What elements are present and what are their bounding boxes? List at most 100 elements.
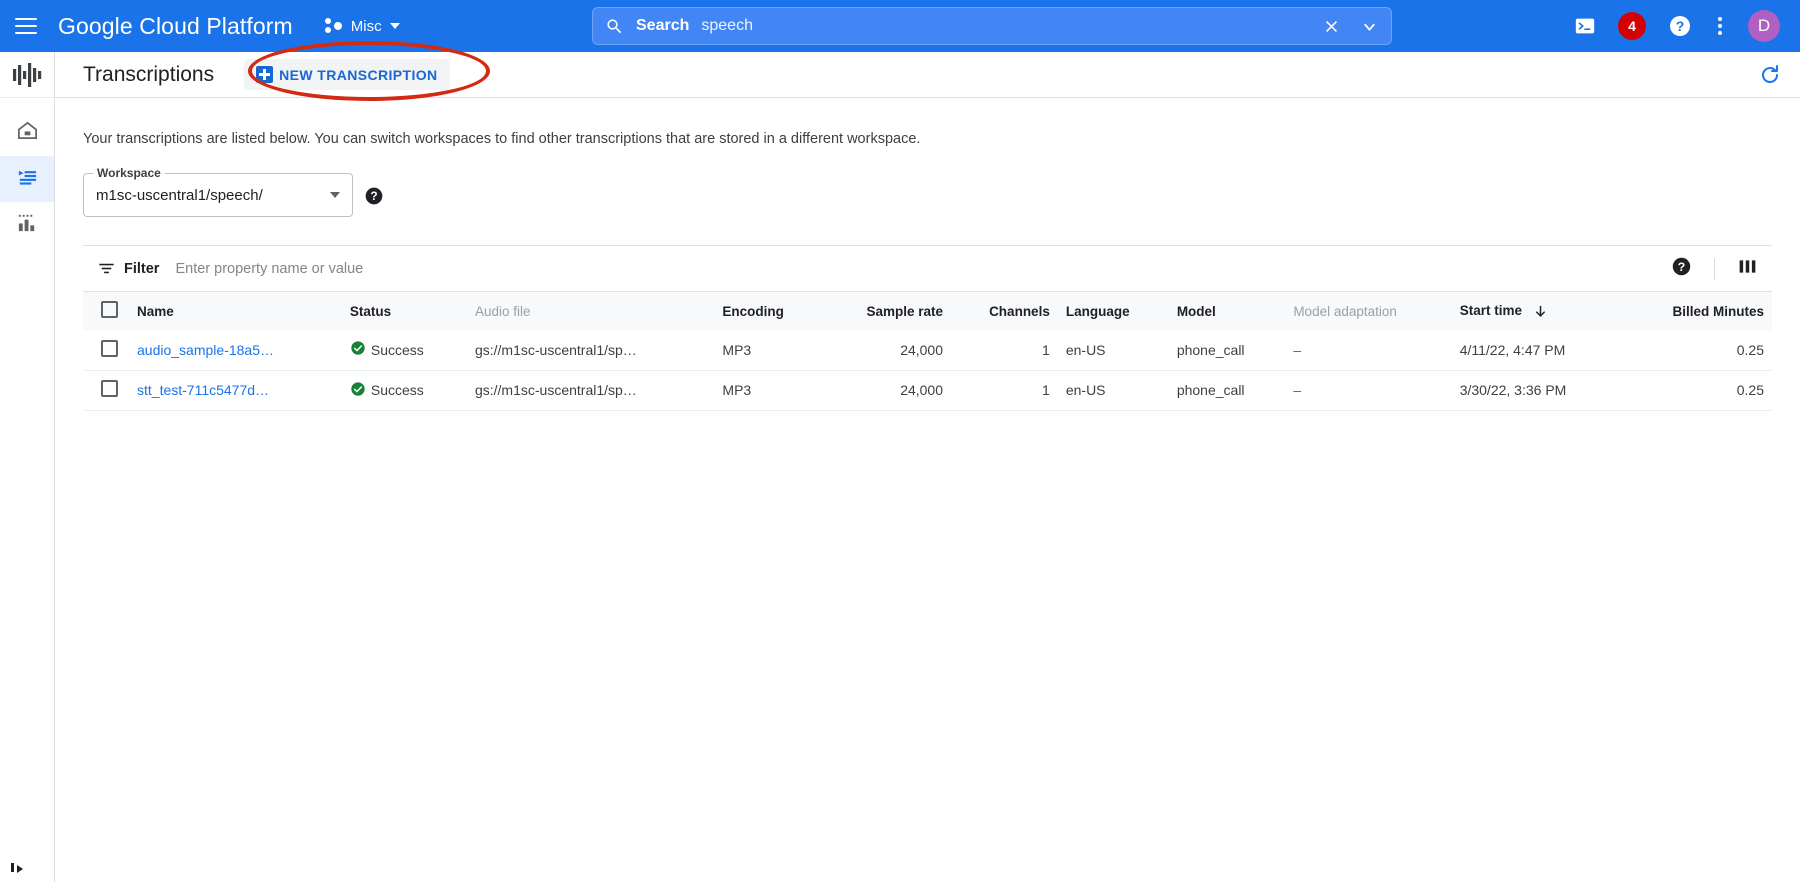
cell-sample-rate: 24,000 <box>900 382 944 398</box>
workspace-help-icon[interactable]: ? <box>364 186 384 206</box>
new-transcription-button[interactable]: NEW TRANSCRIPTION <box>244 59 450 90</box>
workspace-value: m1sc-uscentral1/speech/ <box>96 186 263 204</box>
cell-encoding: MP3 <box>722 341 752 358</box>
filter-input[interactable]: Enter property name or value <box>175 261 363 277</box>
select-all-checkbox-icon[interactable] <box>101 301 118 318</box>
status-label: Success <box>370 341 424 358</box>
search-input[interactable]: speech <box>701 17 753 35</box>
cell-model: phone_call <box>1176 382 1245 398</box>
cell-encoding: MP3 <box>722 382 752 398</box>
search-clear-icon[interactable] <box>1323 18 1340 35</box>
divider <box>1714 257 1715 280</box>
svg-text:?: ? <box>1676 18 1685 34</box>
table-help-icon[interactable]: ? <box>1671 256 1692 282</box>
column-header-start-time[interactable]: Start time <box>1452 292 1623 330</box>
kebab-menu-icon[interactable] <box>1714 13 1726 39</box>
column-header-language[interactable]: Language <box>1058 292 1169 330</box>
avatar[interactable]: D <box>1748 10 1780 42</box>
list-icon <box>16 165 39 193</box>
rail-footer-icon[interactable] <box>10 861 28 880</box>
help-icon[interactable]: ? <box>1668 14 1692 38</box>
cell-model-adaptation: – <box>1293 382 1302 398</box>
top-bar-actions: 4 ? D <box>1574 0 1790 52</box>
chevron-down-icon <box>330 192 340 198</box>
check-circle-icon <box>350 381 366 400</box>
column-header-sample-rate[interactable]: Sample rate <box>822 292 951 330</box>
workspace-selector[interactable]: Workspace m1sc-uscentral1/speech/ ? <box>83 166 383 217</box>
page-header: Transcriptions NEW TRANSCRIPTION <box>55 52 1800 98</box>
search-expand-chevron-down-icon[interactable] <box>1360 17 1379 36</box>
cell-name[interactable]: stt_test-711c5477d… <box>129 370 342 410</box>
row-checkbox-cell <box>83 370 129 410</box>
page-title: Transcriptions <box>83 62 215 86</box>
cell-billed-minutes: 0.25 <box>1736 382 1764 398</box>
transcription-name-link[interactable]: audio_sample-18a5… <box>137 342 274 358</box>
left-rail <box>0 52 55 882</box>
column-header-encoding[interactable]: Encoding <box>714 292 822 330</box>
column-header-billed-minutes[interactable]: Billed Minutes <box>1622 292 1772 330</box>
column-header-status[interactable]: Status <box>342 292 467 330</box>
sort-arrow-down-icon <box>1533 304 1548 319</box>
cell-start-time: 3/30/22, 3:36 PM <box>1459 382 1567 398</box>
bar-chart-icon <box>16 211 39 239</box>
column-header-name[interactable]: Name <box>129 292 342 330</box>
column-header-channels[interactable]: Channels <box>951 292 1058 330</box>
filter-label: Filter <box>124 260 160 277</box>
sidebar-item-transcriptions[interactable] <box>0 156 54 202</box>
select-all-checkbox-cell <box>83 292 129 330</box>
home-icon <box>16 119 39 147</box>
cell-channels: 1 <box>1042 382 1050 398</box>
sidebar-item-analytics[interactable] <box>0 202 54 248</box>
cell-sample-rate: 24,000 <box>900 341 944 358</box>
cell-language: en-US <box>1065 341 1106 358</box>
cell-name[interactable]: audio_sample-18a5… <box>129 330 342 370</box>
column-header-model[interactable]: Model <box>1169 292 1286 330</box>
check-circle-icon <box>350 340 366 359</box>
cell-start-time: 4/11/22, 4:47 PM <box>1459 341 1566 358</box>
workspace-label: Workspace <box>93 166 165 180</box>
cell-model: phone_call <box>1176 341 1245 358</box>
cell-model-adaptation: – <box>1293 341 1302 358</box>
cell-channels: 1 <box>1042 341 1050 358</box>
filter-icon[interactable] <box>97 259 116 278</box>
table-body: audio_sample-18a5… Success gs://m1sc-usc… <box>83 330 1772 410</box>
project-name: Misc <box>350 17 382 35</box>
svg-text:?: ? <box>370 190 377 203</box>
cell-billed-minutes: 0.25 <box>1736 341 1764 358</box>
cell-language: en-US <box>1065 382 1106 398</box>
brand-title[interactable]: Google Cloud Platform <box>58 13 293 40</box>
transcriptions-table: Name Status Audio file Encoding Sample r… <box>83 292 1772 411</box>
notification-badge[interactable]: 4 <box>1618 12 1646 40</box>
table-header-row: Name Status Audio file Encoding Sample r… <box>83 292 1772 330</box>
row-checkbox-icon[interactable] <box>101 339 118 357</box>
top-app-bar: Google Cloud Platform Misc Search speech <box>0 0 1800 52</box>
refresh-icon[interactable] <box>1758 63 1782 87</box>
cloud-shell-terminal-icon[interactable] <box>1574 15 1596 37</box>
speech-waveform-icon <box>0 52 54 98</box>
cell-audio-file: gs://m1sc-uscentral1/sp… <box>474 341 637 358</box>
hamburger-icon[interactable] <box>0 0 52 52</box>
row-checkbox-cell <box>83 330 129 370</box>
table-row[interactable]: stt_test-711c5477d… Success gs://m1sc-us… <box>83 370 1772 410</box>
sidebar-item-home[interactable] <box>0 110 54 156</box>
status-label: Success <box>370 382 424 398</box>
project-selector[interactable]: Misc <box>319 14 406 39</box>
project-icon <box>324 18 343 34</box>
search-bar[interactable]: Search speech <box>592 7 1392 45</box>
plus-box-icon <box>256 66 274 83</box>
row-checkbox-icon[interactable] <box>101 380 118 397</box>
page-description: Your transcriptions are listed below. Yo… <box>83 131 921 147</box>
transcription-name-link[interactable]: stt_test-711c5477d… <box>137 382 269 398</box>
column-header-start-time-label: Start time <box>1459 303 1522 319</box>
cell-status: Success <box>342 330 467 370</box>
cell-audio-file: gs://m1sc-uscentral1/sp… <box>474 382 637 398</box>
cell-status: Success <box>342 370 467 410</box>
svg-text:?: ? <box>1678 259 1685 273</box>
filter-bar: Filter Enter property name or value ? <box>83 246 1772 292</box>
column-display-icon[interactable] <box>1737 256 1758 282</box>
search-label: Search <box>636 17 690 34</box>
chevron-down-icon <box>389 23 400 29</box>
table-row[interactable]: audio_sample-18a5… Success gs://m1sc-usc… <box>83 330 1772 370</box>
column-header-audio-file[interactable]: Audio file <box>467 292 714 330</box>
column-header-model-adaptation[interactable]: Model adaptation <box>1285 292 1451 330</box>
